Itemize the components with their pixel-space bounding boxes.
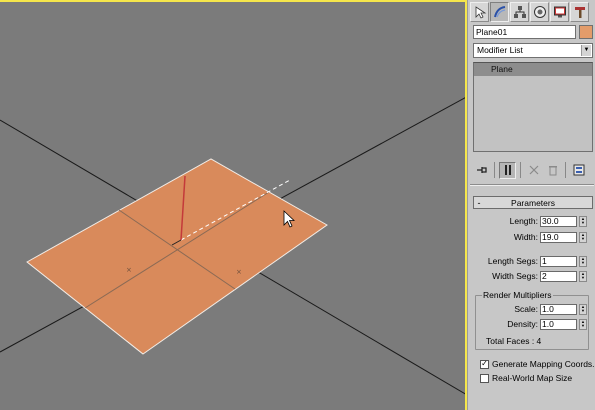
- plane-object[interactable]: [26, 158, 328, 355]
- modifier-list-label: Modifier List: [477, 45, 523, 55]
- width-segs-label: Width Segs:: [492, 271, 538, 281]
- command-panel-tabs: [470, 2, 594, 24]
- real-world-map-size-row[interactable]: Real-World Map Size: [480, 373, 572, 383]
- generate-mapping-row[interactable]: ✓ Generate Mapping Coords.: [480, 359, 595, 369]
- density-label: Density:: [507, 319, 538, 329]
- pin-stack-icon: [476, 167, 487, 173]
- pin-stack-button[interactable]: [473, 162, 490, 179]
- density-param-row: Density: 1.0 ▲ ▼: [480, 318, 587, 330]
- density-spinner[interactable]: ▲ ▼: [579, 318, 587, 330]
- density-input[interactable]: 1.0: [540, 318, 577, 330]
- width-segs-param-row: Width Segs: 2 ▲ ▼: [480, 270, 587, 282]
- parameters-rollout-title: Parameters: [511, 197, 555, 208]
- generate-mapping-checkbox[interactable]: ✓: [480, 359, 489, 369]
- width-segs-spinner[interactable]: ▲ ▼: [579, 270, 587, 282]
- vertex-marker: ×: [236, 268, 242, 276]
- modifier-stack[interactable]: Plane: [473, 62, 593, 152]
- render-multipliers-label: Render Multipliers: [482, 290, 553, 300]
- generate-mapping-label: Generate Mapping Coords.: [492, 359, 595, 369]
- scale-input[interactable]: 1.0: [540, 303, 577, 315]
- length-segs-spinner[interactable]: ▲ ▼: [579, 255, 587, 267]
- modify-tab[interactable]: [490, 2, 509, 22]
- width-param-row: Width: 19.0 ▲ ▼: [480, 231, 587, 243]
- utilities-hammer-icon: [574, 7, 585, 18]
- length-segs-input[interactable]: 1: [540, 255, 577, 267]
- show-end-result-icon: [504, 165, 511, 175]
- toolbar-separator: [520, 162, 521, 178]
- width-spinner[interactable]: ▲ ▼: [579, 231, 587, 243]
- configure-modifier-sets-icon: [573, 164, 584, 176]
- scale-label: Scale:: [514, 304, 538, 314]
- width-label: Width:: [513, 232, 538, 242]
- parameters-rollout-header[interactable]: - Parameters: [473, 196, 593, 209]
- width-segs-input[interactable]: 2: [540, 270, 577, 282]
- show-end-result-button[interactable]: [499, 161, 516, 179]
- modifier-stack-toolbar: [473, 160, 593, 180]
- length-segs-label: Length Segs:: [487, 256, 538, 266]
- utilities-tab[interactable]: [570, 2, 589, 22]
- rollout-collapse-sign: -: [477, 197, 481, 208]
- object-name-field[interactable]: Plane01: [473, 25, 576, 39]
- viewport-scene[interactable]: × ×: [0, 0, 467, 410]
- length-segs-param-row: Length Segs: 1 ▲ ▼: [480, 255, 587, 267]
- scale-param-row: Scale: 1.0 ▲ ▼: [480, 303, 587, 315]
- length-input[interactable]: 30.0: [540, 215, 577, 227]
- length-label: Length:: [509, 216, 538, 226]
- create-tab[interactable]: [470, 2, 489, 22]
- vertex-marker: ×: [126, 266, 132, 274]
- width-input[interactable]: 19.0: [540, 231, 577, 243]
- hierarchy-tab[interactable]: [510, 2, 529, 22]
- make-unique-icon: [529, 165, 538, 175]
- display-tab[interactable]: [550, 2, 569, 22]
- remove-modifier-button[interactable]: [544, 162, 561, 179]
- real-world-map-size-checkbox[interactable]: [480, 373, 489, 383]
- motion-icon: [533, 6, 546, 18]
- configure-modifier-sets-button[interactable]: [570, 162, 587, 179]
- chevron-down-icon[interactable]: ▼: [581, 45, 591, 56]
- hierarchy-icon: [513, 6, 526, 18]
- stack-item-plane[interactable]: Plane: [474, 63, 592, 76]
- toolbar-separator: [565, 162, 566, 178]
- scale-spinner[interactable]: ▲ ▼: [579, 303, 587, 315]
- object-color-swatch[interactable]: [579, 25, 593, 39]
- perspective-viewport[interactable]: × ×: [0, 0, 467, 410]
- object-name-row: Plane01: [473, 25, 593, 40]
- panel-divider: [470, 184, 594, 186]
- modify-bend-icon: [493, 6, 505, 18]
- motion-tab[interactable]: [530, 2, 549, 22]
- make-unique-button[interactable]: [525, 162, 542, 179]
- remove-modifier-icon: [548, 166, 557, 176]
- cursor-create-icon: [475, 6, 486, 19]
- modifier-list-dropdown[interactable]: Modifier List ▼: [473, 43, 593, 58]
- display-monitor-icon: [553, 6, 566, 18]
- real-world-map-size-label: Real-World Map Size: [492, 373, 573, 383]
- length-spinner[interactable]: ▲ ▼: [579, 215, 587, 227]
- toolbar-separator: [494, 162, 495, 178]
- total-faces-readout: Total Faces : 4: [486, 336, 542, 346]
- length-param-row: Length: 30.0 ▲ ▼: [480, 215, 587, 227]
